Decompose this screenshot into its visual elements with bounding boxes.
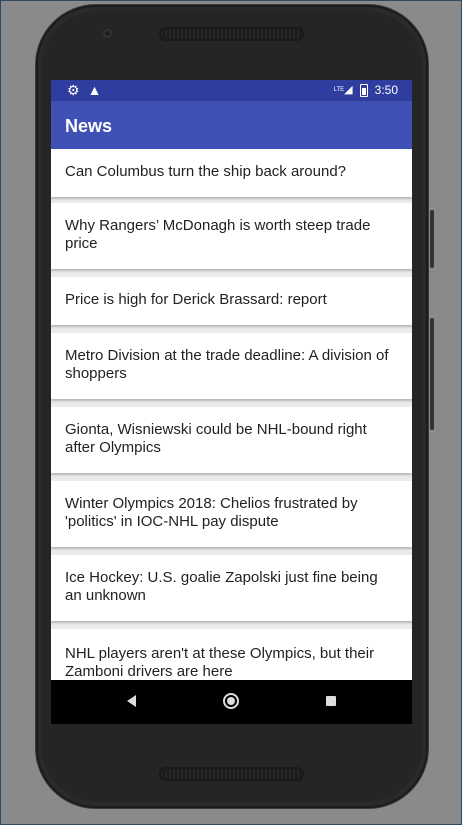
navigation-bar: [51, 680, 412, 724]
back-icon[interactable]: [127, 695, 136, 707]
news-item-title: Winter Olympics 2018: Chelios frustrated…: [65, 495, 358, 530]
gear-icon: ⚙: [67, 82, 80, 98]
top-speaker: [159, 27, 304, 41]
news-item-title: Price is high for Derick Brassard: repor…: [65, 291, 327, 308]
news-item-title: Gionta, Wisniewski could be NHL-bound ri…: [65, 421, 367, 456]
home-icon[interactable]: [223, 693, 239, 709]
news-item[interactable]: Ice Hockey: U.S. goalie Zapolski just fi…: [51, 555, 412, 621]
news-item-title: Ice Hockey: U.S. goalie Zapolski just fi…: [65, 569, 378, 604]
warning-icon: ▲: [87, 82, 102, 98]
signal-icon: LTE◢: [333, 84, 353, 96]
news-item-title: Can Columbus turn the ship back around?: [65, 163, 347, 180]
volume-button[interactable]: [430, 318, 434, 430]
news-item[interactable]: Metro Division at the trade deadline: A …: [51, 333, 412, 399]
status-bar: ⚙ ▲ LTE◢ 3:50: [51, 80, 412, 101]
news-item[interactable]: Price is high for Derick Brassard: repor…: [51, 277, 412, 325]
phone-screen: ⚙ ▲ LTE◢ 3:50 News Can Columbus turn the …: [51, 80, 412, 724]
battery-icon: [359, 84, 368, 97]
power-button[interactable]: [430, 210, 434, 268]
news-list[interactable]: Can Columbus turn the ship back around? …: [51, 149, 412, 680]
news-item-title: Metro Division at the trade deadline: A …: [65, 347, 389, 382]
news-item[interactable]: Winter Olympics 2018: Chelios frustrated…: [51, 481, 412, 547]
news-item-title: NHL players aren't at these Olympics, bu…: [65, 645, 375, 680]
recent-apps-icon[interactable]: [326, 696, 336, 706]
news-item-title: Why Rangers’ McDonagh is worth steep tra…: [65, 217, 371, 252]
app-title: News: [65, 116, 113, 136]
status-notifications: ⚙ ▲: [67, 82, 109, 98]
status-time: 3:50: [374, 83, 398, 97]
news-item[interactable]: Gionta, Wisniewski could be NHL-bound ri…: [51, 407, 412, 473]
news-item[interactable]: Can Columbus turn the ship back around?: [51, 149, 412, 197]
news-item[interactable]: NHL players aren't at these Olympics, bu…: [51, 629, 412, 680]
status-indicators: LTE◢ 3:50: [334, 83, 398, 98]
front-camera: [103, 29, 112, 38]
bottom-speaker: [159, 767, 304, 781]
news-item[interactable]: Why Rangers’ McDonagh is worth steep tra…: [51, 203, 412, 269]
app-bar: News: [51, 101, 412, 149]
